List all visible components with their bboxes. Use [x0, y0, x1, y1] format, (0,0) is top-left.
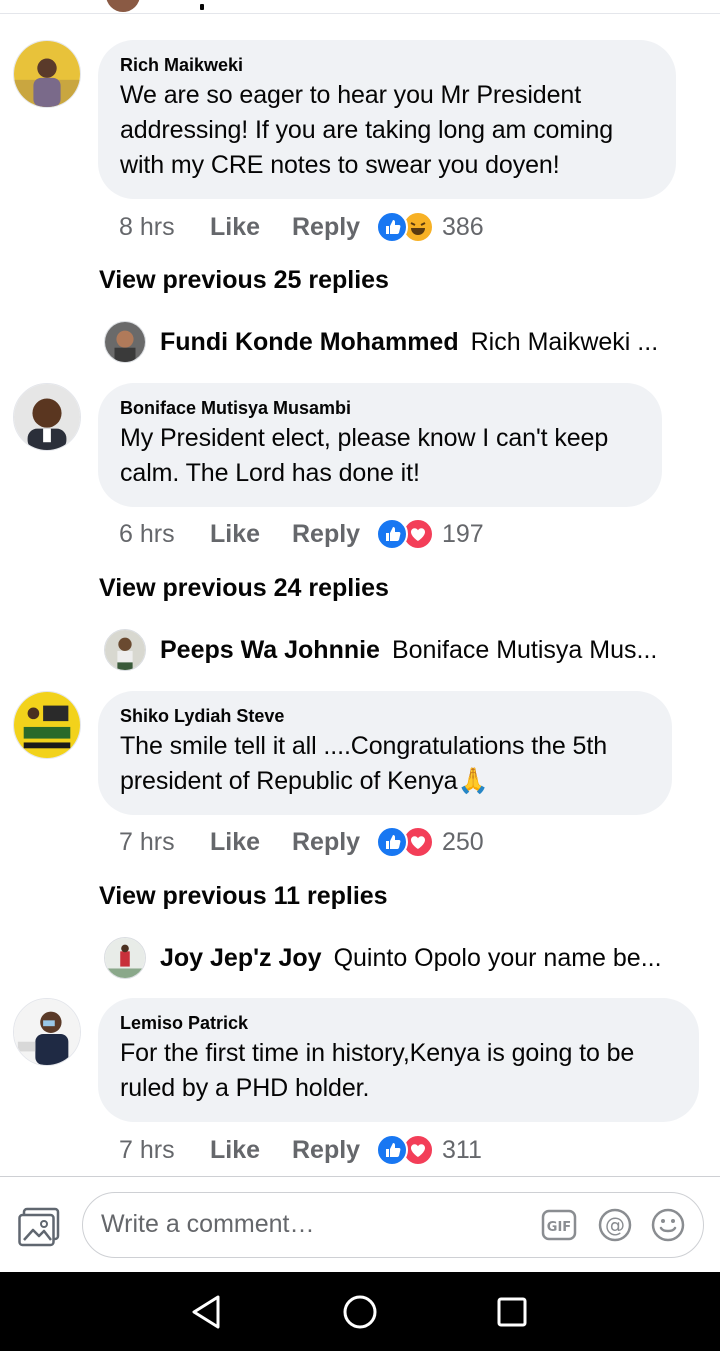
comment-actions: 8 hrs Like Reply 386 — [119, 210, 484, 244]
reply-text: Quinto Opolo your name be... — [333, 943, 662, 972]
avatar-rich-maikweki[interactable] — [13, 40, 81, 108]
emoji-icon[interactable] — [650, 1207, 686, 1243]
comment-input-placeholder: Write a comment… — [101, 1210, 315, 1238]
gif-icon[interactable]: GIF — [541, 1209, 577, 1241]
previous-comment-cutoff — [0, 0, 720, 14]
comment-actions: 7 hrs Like Reply 311 — [119, 1133, 482, 1167]
reaction-count: 386 — [442, 212, 484, 241]
comment-time[interactable]: 7 hrs — [119, 828, 210, 857]
like-button[interactable]: Like — [210, 1136, 292, 1165]
like-reaction-icon — [376, 518, 408, 550]
comment-text: My President elect, please know I can't … — [120, 424, 609, 487]
avatar-shiko-lydiah-steve[interactable] — [13, 691, 81, 759]
comment-author[interactable]: Shiko Lydiah Steve — [120, 705, 650, 727]
comment-text: We are so eager to hear you Mr President… — [120, 81, 614, 179]
svg-text:@: @ — [605, 1213, 625, 1237]
comment-author[interactable]: Boniface Mutisya Musambi — [120, 397, 640, 419]
avatar-boniface-mutisya-musambi[interactable] — [13, 383, 81, 451]
comment-bubble[interactable]: Shiko Lydiah Steve The smile tell it all… — [98, 691, 672, 815]
like-reaction-icon — [376, 211, 408, 243]
comment-time[interactable]: 6 hrs — [119, 520, 210, 549]
back-icon[interactable] — [188, 1294, 224, 1330]
reply-text: Rich Maikweki ... — [470, 327, 659, 356]
avatar — [104, 937, 146, 979]
avatar — [104, 629, 146, 671]
comment-bubble[interactable]: Lemiso Patrick For the first time in his… — [98, 998, 699, 1122]
system-navigation-bar — [0, 1272, 720, 1351]
comment-author[interactable]: Rich Maikweki — [120, 54, 654, 76]
reply-author[interactable]: Fundi Konde Mohammed — [160, 328, 459, 357]
like-button[interactable]: Like — [210, 213, 292, 242]
reply-button[interactable]: Reply — [292, 520, 376, 549]
reply-button[interactable]: Reply — [292, 1136, 376, 1165]
like-button[interactable]: Like — [210, 828, 292, 857]
reaction-count: 197 — [442, 519, 484, 548]
svg-text:GIF: GIF — [547, 1220, 571, 1235]
comment-time[interactable]: 7 hrs — [119, 1136, 210, 1165]
reaction-count: 311 — [442, 1135, 482, 1164]
home-icon[interactable] — [342, 1294, 378, 1330]
comment-bubble[interactable]: Rich Maikweki We are so eager to hear yo… — [98, 40, 676, 199]
reaction-count: 250 — [442, 827, 484, 856]
mention-icon[interactable]: @ — [597, 1207, 633, 1243]
reactions-summary[interactable]: 386 — [376, 211, 484, 243]
reply-author[interactable]: Joy Jep'z Joy — [160, 944, 322, 973]
comment-time[interactable]: 8 hrs — [119, 213, 210, 242]
latest-reply-preview[interactable]: Joy Jep'z Joy Quinto Opolo your name be.… — [104, 937, 662, 979]
comment-input[interactable]: Write a comment… GIF @ — [82, 1192, 704, 1258]
recents-icon[interactable] — [496, 1296, 528, 1328]
reactions-summary[interactable]: 250 — [376, 826, 484, 858]
reply-text: Boniface Mutisya Mus... — [391, 635, 658, 664]
reactions-summary[interactable]: 197 — [376, 518, 484, 550]
latest-reply-preview[interactable]: Fundi Konde Mohammed Rich Maikweki ... — [104, 321, 658, 363]
reply-author[interactable]: Peeps Wa Johnnie — [160, 636, 380, 665]
reactions-summary[interactable]: 311 — [376, 1134, 482, 1166]
partial-text — [200, 4, 204, 10]
like-reaction-icon — [376, 1134, 408, 1166]
comment-text: The smile tell it all ....Congratulation… — [120, 732, 608, 795]
comment-text: For the first time in history,Kenya is g… — [120, 1039, 635, 1102]
reply-button[interactable]: Reply — [292, 828, 376, 857]
avatar — [104, 321, 146, 363]
comment-bubble[interactable]: Boniface Mutisya Musambi My President el… — [98, 383, 662, 507]
like-button[interactable]: Like — [210, 520, 292, 549]
view-previous-replies-link[interactable]: View previous 24 replies — [99, 574, 389, 603]
view-previous-replies-link[interactable]: View previous 25 replies — [99, 266, 389, 295]
like-reaction-icon — [376, 826, 408, 858]
comment-composer: Write a comment… GIF @ — [0, 1176, 720, 1272]
comment-actions: 6 hrs Like Reply 197 — [119, 517, 484, 551]
reply-button[interactable]: Reply — [292, 213, 376, 242]
photo-icon[interactable] — [18, 1207, 60, 1247]
avatar-lemiso-patrick[interactable] — [13, 998, 81, 1066]
view-previous-replies-link[interactable]: View previous 11 replies — [99, 882, 388, 911]
comment-author[interactable]: Lemiso Patrick — [120, 1012, 677, 1034]
avatar — [106, 0, 140, 12]
comment-actions: 7 hrs Like Reply 250 — [119, 825, 484, 859]
latest-reply-preview[interactable]: Peeps Wa Johnnie Boniface Mutisya Mus... — [104, 629, 657, 671]
